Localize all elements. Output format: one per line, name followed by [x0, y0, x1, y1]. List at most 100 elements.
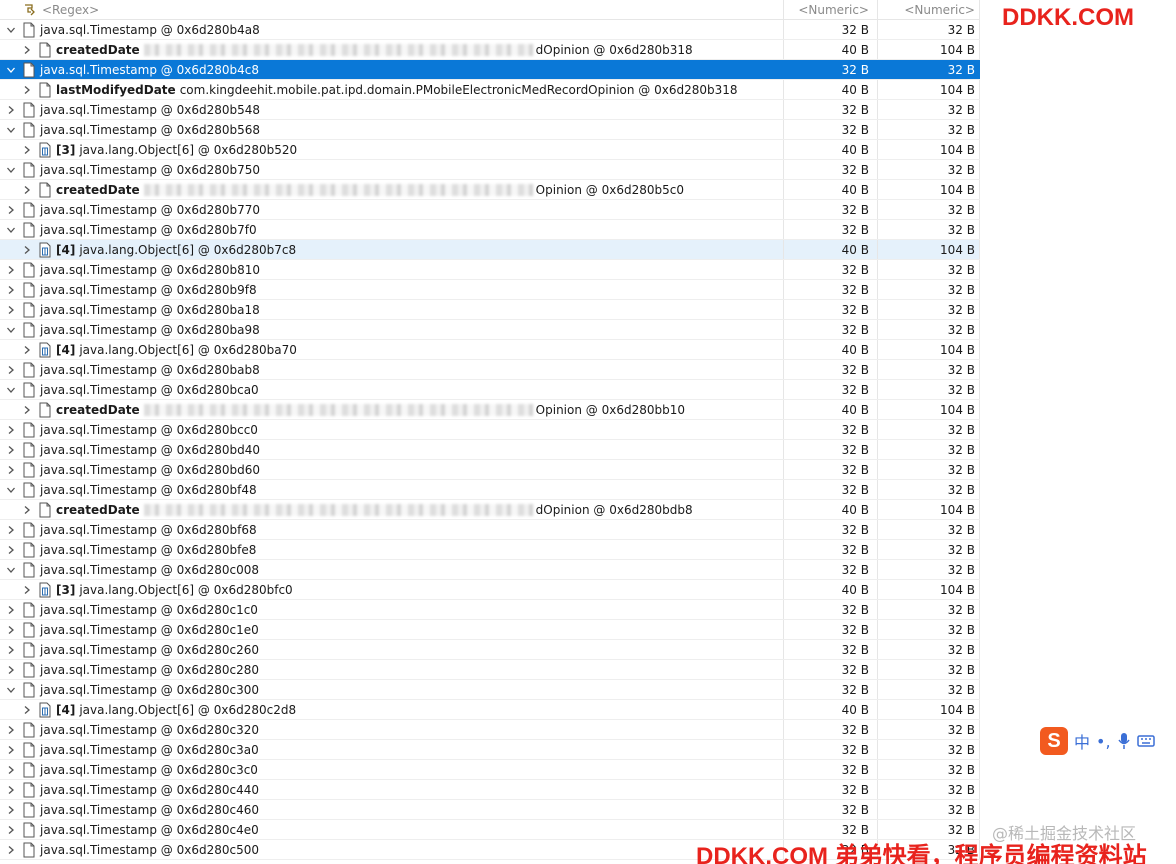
- expand-chevron-icon[interactable]: [4, 840, 18, 859]
- field-name: [4]: [56, 702, 76, 717]
- regex-filter-input[interactable]: <Regex>: [42, 3, 99, 17]
- expand-chevron-icon[interactable]: [4, 660, 18, 679]
- table-row[interactable]: java.sql.Timestamp @ 0x6d280bfe8 32 B 32 B: [0, 540, 980, 560]
- expand-chevron-icon[interactable]: [20, 40, 34, 59]
- table-row[interactable]: java.sql.Timestamp @ 0x6d280c280 32 B 32 B: [0, 660, 980, 680]
- object-label: java.sql.Timestamp @ 0x6d280c4e0: [40, 822, 259, 837]
- table-row[interactable]: java.sql.Timestamp @ 0x6d280b750 32 B 32 B: [0, 160, 980, 180]
- ime-language-toggle[interactable]: 中: [1074, 729, 1090, 753]
- expand-chevron-icon[interactable]: [4, 300, 18, 319]
- table-row[interactable]: createdDate dOpinion @ 0x6d280bdb8 40 B 104…: [0, 500, 980, 520]
- table-row[interactable]: java.sql.Timestamp @ 0x6d280c460 32 B 32 B: [0, 800, 980, 820]
- collapse-chevron-icon[interactable]: [4, 160, 18, 179]
- table-row[interactable]: java.sql.Timestamp @ 0x6d280b4a8 32 B 32 B: [0, 20, 980, 40]
- table-row[interactable]: lastModifyedDate com.kingdeehit.mobile.pa…: [0, 80, 980, 100]
- expand-chevron-icon[interactable]: [4, 280, 18, 299]
- collapse-chevron-icon[interactable]: [4, 20, 18, 39]
- table-row[interactable]: [4] java.lang.Object[6] @ 0x6d280b7c8 40 B…: [0, 240, 980, 260]
- table-row[interactable]: createdDate Opinion @ 0x6d280b5c0 40 B 104 …: [0, 180, 980, 200]
- expand-chevron-icon[interactable]: [4, 520, 18, 539]
- table-row[interactable]: java.sql.Timestamp @ 0x6d280c3a0 32 B 32 B: [0, 740, 980, 760]
- expand-chevron-icon[interactable]: [20, 580, 34, 599]
- table-row[interactable]: java.sql.Timestamp @ 0x6d280c1e0 32 B 32 B: [0, 620, 980, 640]
- collapse-chevron-icon[interactable]: [4, 120, 18, 139]
- expand-chevron-icon[interactable]: [4, 740, 18, 759]
- expand-chevron-icon[interactable]: [4, 360, 18, 379]
- retained-heap-cell: 104 B: [878, 400, 980, 419]
- table-row[interactable]: java.sql.Timestamp @ 0x6d280c008 32 B 32 B: [0, 560, 980, 580]
- object-instance-icon: [38, 402, 52, 418]
- object-instance-icon: [22, 742, 36, 758]
- shallow-heap-filter[interactable]: <Numeric>: [784, 0, 878, 19]
- table-row[interactable]: java.sql.Timestamp @ 0x6d280b7f0 32 B 32 B: [0, 220, 980, 240]
- table-row[interactable]: [3] java.lang.Object[6] @ 0x6d280bfc0 40 B…: [0, 580, 980, 600]
- table-row[interactable]: java.sql.Timestamp @ 0x6d280ba98 32 B 32 B: [0, 320, 980, 340]
- expand-chevron-icon[interactable]: [4, 820, 18, 839]
- table-row[interactable]: java.sql.Timestamp @ 0x6d280bf68 32 B 32 B: [0, 520, 980, 540]
- expand-chevron-icon[interactable]: [4, 420, 18, 439]
- table-row[interactable]: java.sql.Timestamp @ 0x6d280bcc0 32 B 32 B: [0, 420, 980, 440]
- expand-chevron-icon[interactable]: [20, 240, 34, 259]
- table-row[interactable]: java.sql.Timestamp @ 0x6d280b810 32 B 32 B: [0, 260, 980, 280]
- table-row[interactable]: [4] java.lang.Object[6] @ 0x6d280ba70 40 B…: [0, 340, 980, 360]
- table-row[interactable]: java.sql.Timestamp @ 0x6d280bd40 32 B 32 B: [0, 440, 980, 460]
- expand-chevron-icon[interactable]: [4, 800, 18, 819]
- retained-heap-filter[interactable]: <Numeric>: [878, 0, 980, 19]
- table-row[interactable]: java.sql.Timestamp @ 0x6d280bca0 32 B 32 B: [0, 380, 980, 400]
- table-row[interactable]: java.sql.Timestamp @ 0x6d280b9f8 32 B 32 B: [0, 280, 980, 300]
- collapse-chevron-icon[interactable]: [4, 560, 18, 579]
- expand-chevron-icon[interactable]: [20, 400, 34, 419]
- table-row[interactable]: java.sql.Timestamp @ 0x6d280c300 32 B 32 B: [0, 680, 980, 700]
- expand-chevron-icon[interactable]: [4, 540, 18, 559]
- table-row[interactable]: createdDate dOpinion @ 0x6d280b318 40 B 104…: [0, 40, 980, 60]
- expand-chevron-icon[interactable]: [4, 620, 18, 639]
- table-row[interactable]: [4] java.lang.Object[6] @ 0x6d280c2d8 40 B…: [0, 700, 980, 720]
- expand-chevron-icon[interactable]: [4, 460, 18, 479]
- table-row[interactable]: java.sql.Timestamp @ 0x6d280c320 32 B 32 B: [0, 720, 980, 740]
- collapse-chevron-icon[interactable]: [4, 60, 18, 79]
- ime-punctuation-toggle[interactable]: •,: [1096, 732, 1111, 751]
- collapse-chevron-icon[interactable]: [4, 220, 18, 239]
- microphone-icon[interactable]: [1117, 732, 1131, 750]
- keyboard-icon[interactable]: [1136, 734, 1155, 748]
- shallow-heap-cell: 32 B: [784, 540, 878, 559]
- table-row[interactable]: java.sql.Timestamp @ 0x6d280c3c0 32 B 32 B: [0, 760, 980, 780]
- table-row[interactable]: java.sql.Timestamp @ 0x6d280b568 32 B 32 B: [0, 120, 980, 140]
- collapse-chevron-icon[interactable]: [4, 680, 18, 699]
- expand-chevron-icon[interactable]: [4, 720, 18, 739]
- table-row[interactable]: createdDate Opinion @ 0x6d280bb10 40 B 104 …: [0, 400, 980, 420]
- retained-heap-cell: 104 B: [878, 580, 980, 599]
- table-row[interactable]: java.sql.Timestamp @ 0x6d280ba18 32 B 32 B: [0, 300, 980, 320]
- table-row[interactable]: java.sql.Timestamp @ 0x6d280bf48 32 B 32 B: [0, 480, 980, 500]
- expand-chevron-icon[interactable]: [20, 700, 34, 719]
- expand-chevron-icon[interactable]: [4, 640, 18, 659]
- expand-chevron-icon[interactable]: [20, 140, 34, 159]
- expand-chevron-icon[interactable]: [20, 340, 34, 359]
- shallow-heap-cell: 32 B: [784, 120, 878, 139]
- expand-chevron-icon[interactable]: [4, 440, 18, 459]
- object-label: java.sql.Timestamp @ 0x6d280bca0: [40, 382, 259, 397]
- expand-chevron-icon[interactable]: [4, 260, 18, 279]
- table-row[interactable]: [3] java.lang.Object[6] @ 0x6d280b520 40 B…: [0, 140, 980, 160]
- table-row[interactable]: java.sql.Timestamp @ 0x6d280b4c8 32 B 32 B: [0, 60, 980, 80]
- table-row[interactable]: java.sql.Timestamp @ 0x6d280bab8 32 B 32 B: [0, 360, 980, 380]
- expand-chevron-icon[interactable]: [20, 500, 34, 519]
- expand-chevron-icon[interactable]: [4, 100, 18, 119]
- collapse-chevron-icon[interactable]: [4, 480, 18, 499]
- table-row[interactable]: java.sql.Timestamp @ 0x6d280bd60 32 B 32 B: [0, 460, 980, 480]
- expand-chevron-icon[interactable]: [4, 760, 18, 779]
- table-row[interactable]: java.sql.Timestamp @ 0x6d280c260 32 B 32 B: [0, 640, 980, 660]
- expand-chevron-icon[interactable]: [4, 600, 18, 619]
- table-row[interactable]: java.sql.Timestamp @ 0x6d280b548 32 B 32 B: [0, 100, 980, 120]
- table-row[interactable]: java.sql.Timestamp @ 0x6d280c1c0 32 B 32 B: [0, 600, 980, 620]
- expand-chevron-icon[interactable]: [4, 200, 18, 219]
- table-row[interactable]: java.sql.Timestamp @ 0x6d280c440 32 B 32 B: [0, 780, 980, 800]
- expand-chevron-icon[interactable]: [20, 80, 34, 99]
- expand-chevron-icon[interactable]: [4, 780, 18, 799]
- expand-chevron-icon[interactable]: [20, 180, 34, 199]
- sogou-logo-icon[interactable]: S: [1040, 727, 1068, 755]
- collapse-chevron-icon[interactable]: [4, 380, 18, 399]
- table-row[interactable]: java.sql.Timestamp @ 0x6d280b770 32 B 32 B: [0, 200, 980, 220]
- collapse-chevron-icon[interactable]: [4, 320, 18, 339]
- regex-filter-icon[interactable]: [22, 3, 36, 17]
